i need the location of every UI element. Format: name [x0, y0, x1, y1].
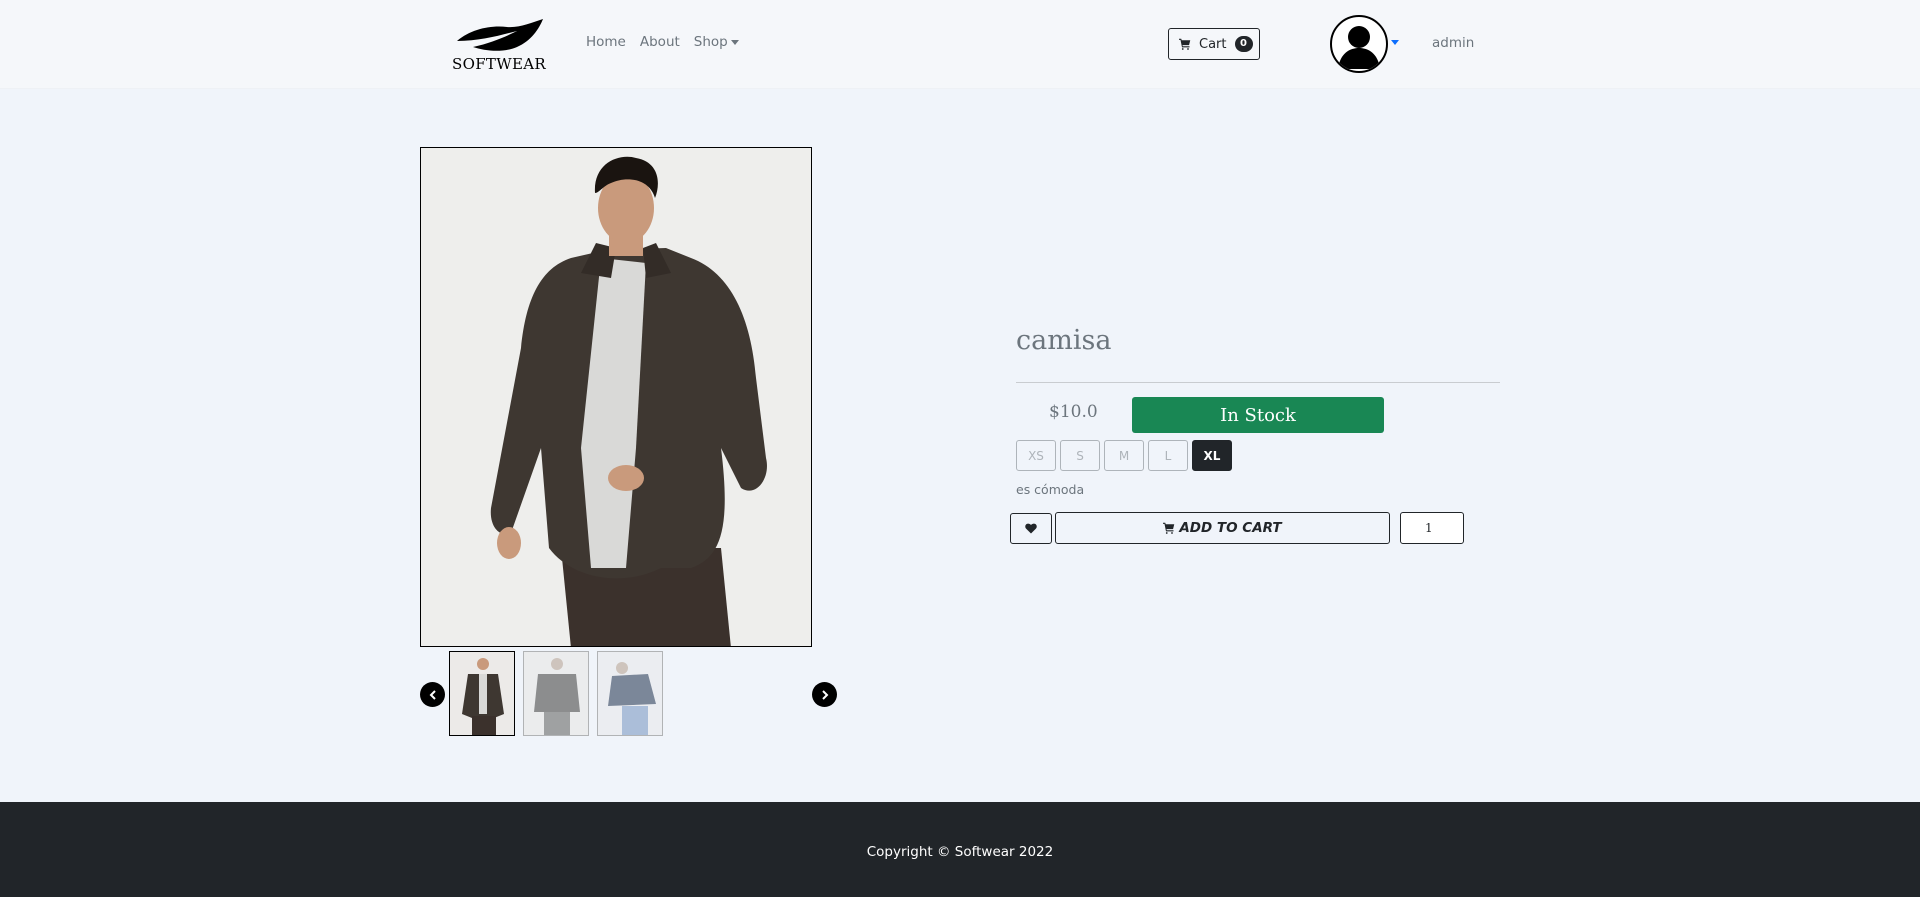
- chevron-left-icon: [429, 689, 436, 700]
- thumbnail[interactable]: [597, 651, 663, 736]
- quantity-input[interactable]: [1400, 512, 1464, 544]
- add-to-cart-button[interactable]: ADD TO CART: [1055, 512, 1390, 544]
- nav-home-link[interactable]: Home: [586, 34, 626, 50]
- heart-icon: [1025, 523, 1037, 534]
- size-option-s[interactable]: S: [1060, 440, 1100, 471]
- next-image-button[interactable]: [812, 682, 837, 707]
- favorite-button[interactable]: [1010, 513, 1052, 544]
- size-option-xl[interactable]: XL: [1192, 440, 1232, 471]
- thumbnail[interactable]: [449, 651, 515, 736]
- nav-shop-label: Shop: [693, 34, 728, 50]
- stock-status-badge: In Stock: [1132, 397, 1384, 433]
- product-main-image: [420, 147, 812, 647]
- thumbnail[interactable]: [523, 651, 589, 736]
- thumbnail-image: [598, 652, 662, 735]
- prev-image-button[interactable]: [420, 682, 445, 707]
- footer: Copyright © Softwear 2022: [0, 802, 1920, 897]
- thumbnail-image: [450, 652, 514, 735]
- leaf-icon: [457, 19, 543, 51]
- divider: [1016, 382, 1500, 383]
- product-description: es cómoda: [1016, 482, 1085, 497]
- add-to-cart-label: ADD TO CART: [1179, 520, 1282, 536]
- cart-count-badge: 0: [1234, 36, 1253, 52]
- thumbnail-image: [524, 652, 588, 735]
- cart-label: Cart: [1199, 36, 1227, 52]
- main-nav: Home About Shop: [586, 34, 739, 50]
- brand-logo[interactable]: SOFTWEAR: [451, 15, 547, 73]
- cart-icon: [1163, 522, 1175, 534]
- brand-name: SOFTWEAR: [452, 55, 546, 73]
- jacket-model-photo: [421, 148, 811, 646]
- navbar: SOFTWEAR Home About Shop Cart 0 admin: [0, 0, 1920, 89]
- size-option-l[interactable]: L: [1148, 440, 1188, 471]
- product-title: camisa: [1016, 325, 1112, 356]
- size-option-xs[interactable]: XS: [1016, 440, 1056, 471]
- size-option-m[interactable]: M: [1104, 440, 1144, 471]
- user-avatar[interactable]: [1330, 15, 1388, 73]
- username[interactable]: admin: [1432, 35, 1474, 51]
- user-menu-caret-icon[interactable]: [1391, 40, 1399, 45]
- copyright-text: Copyright © Softwear 2022: [866, 844, 1054, 860]
- nav-shop-dropdown[interactable]: Shop: [694, 34, 739, 50]
- nav-about-link[interactable]: About: [640, 34, 680, 50]
- cart-icon: [1179, 38, 1191, 50]
- chevron-down-icon: [730, 39, 739, 45]
- chevron-right-icon: [821, 689, 828, 700]
- product-price: $10.0: [1049, 402, 1098, 422]
- cart-button[interactable]: Cart 0: [1168, 28, 1260, 60]
- user-icon: [1338, 26, 1380, 69]
- thumbnail-strip: [449, 651, 663, 736]
- size-selector: XS S M L XL: [1016, 440, 1232, 471]
